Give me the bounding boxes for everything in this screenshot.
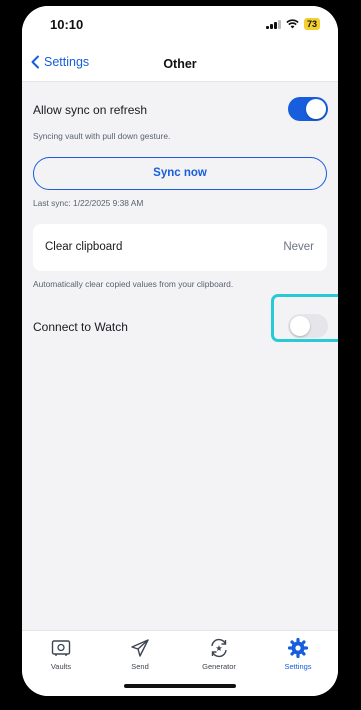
battery-indicator: 73	[303, 18, 320, 30]
status-icons: 73	[266, 18, 320, 30]
status-bar: 10:10 73	[22, 6, 338, 46]
sync-now-button[interactable]: Sync now	[33, 157, 327, 190]
generator-icon	[211, 638, 227, 658]
clear-clipboard-helper: Automatically clear copied values from y…	[33, 279, 234, 289]
send-icon	[131, 639, 149, 657]
allow-sync-toggle[interactable]	[288, 97, 328, 121]
tab-label: Settings	[284, 662, 312, 671]
wifi-icon	[286, 19, 299, 29]
allow-sync-helper: Syncing vault with pull down gesture.	[33, 131, 171, 141]
clear-clipboard-row[interactable]: Clear clipboard Never	[33, 224, 327, 271]
status-time: 10:10	[50, 17, 84, 32]
settings-gear-icon	[287, 637, 309, 659]
home-indicator	[124, 684, 236, 688]
tab-settings[interactable]: Settings	[268, 637, 328, 671]
highlight-box	[271, 294, 338, 342]
tab-bar: Vaults Send Generator Settings	[22, 630, 338, 696]
tab-generator[interactable]: Generator	[189, 637, 249, 671]
tab-label: Vaults	[50, 662, 72, 671]
allow-sync-label: Allow sync on refresh	[33, 103, 148, 117]
page-title: Other	[163, 57, 197, 71]
clear-clipboard-label: Clear clipboard	[45, 241, 123, 253]
cellular-signal-icon	[266, 19, 281, 29]
tab-send[interactable]: Send	[110, 637, 170, 671]
connect-watch-label: Connect to Watch	[33, 320, 128, 334]
last-sync-text: Last sync: 1/22/2025 9:38 AM	[33, 198, 144, 208]
tab-vaults[interactable]: Vaults	[31, 637, 91, 671]
tab-label: Generator	[202, 662, 236, 671]
tab-label: Send	[131, 662, 149, 671]
vault-icon	[51, 640, 71, 656]
phone-screen: 10:10 73 Settings Other Allow sync on re…	[22, 6, 338, 696]
navigation-bar: Settings Other	[22, 46, 338, 82]
toggle-knob	[306, 99, 326, 119]
clear-clipboard-value: Never	[283, 241, 314, 253]
